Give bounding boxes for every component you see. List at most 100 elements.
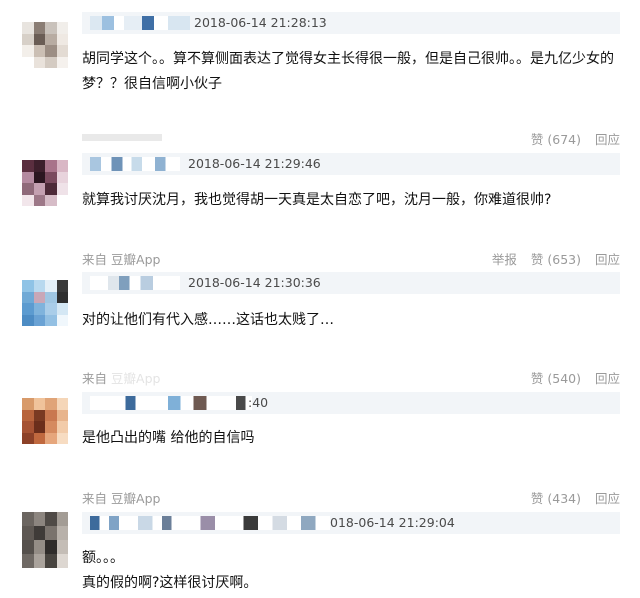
- source-prefix: 来自: [82, 491, 108, 506]
- blurred-username[interactable]: [90, 16, 190, 30]
- avatar[interactable]: [22, 280, 68, 326]
- avatar-pixel: [33, 56, 45, 68]
- like-button[interactable]: 赞 (540): [531, 371, 581, 386]
- avatar-pixel: [33, 194, 45, 206]
- comment-text: 是他凸出的嘴 给他的自信吗: [82, 426, 622, 451]
- avatar-pixel: [33, 22, 45, 34]
- avatar-pixel: [33, 280, 45, 292]
- avatar-pixel: [56, 554, 68, 568]
- avatar-pixel: [56, 512, 68, 526]
- avatar-pixel: [56, 291, 68, 303]
- comment-actions: 举报赞 (653) 回应: [478, 249, 620, 268]
- avatar-pixel: [45, 160, 57, 172]
- comment-text: 对的让他们有代入感……这话也太贱了…: [82, 308, 622, 333]
- blurred-username[interactable]: [90, 516, 330, 530]
- avatar-pixel: [56, 540, 68, 554]
- avatar-pixel: [22, 291, 34, 303]
- reply-button[interactable]: 回应: [595, 371, 620, 386]
- source-app-link[interactable]: 豆瓣App: [111, 252, 160, 267]
- avatar-pixel: [33, 171, 45, 183]
- blurred-username[interactable]: [90, 157, 180, 171]
- author-bar: 2018-06-14 21:29:46: [82, 153, 620, 175]
- avatar-pixel: [22, 280, 34, 292]
- comment-line: 胡同学这个。。算不算侧面表达了觉得女主长得很一般，但是自己很帅。。是九亿少女的: [82, 51, 614, 67]
- avatar-pixel: [45, 512, 57, 526]
- comment-footer: 来自 豆瓣App 举报赞 (653) 回应: [82, 247, 620, 267]
- comment-timestamp: 2018-06-14 21:28:13: [194, 15, 327, 30]
- avatar-pixel: [22, 398, 34, 410]
- avatar-pixel: [33, 409, 45, 421]
- avatar-pixel: [56, 183, 68, 195]
- avatar-pixel: [33, 421, 45, 433]
- avatar-pixel: [56, 398, 68, 410]
- avatar-pixel: [56, 303, 68, 315]
- comment-line: 是他凸出的嘴 给他的自信吗: [82, 430, 255, 446]
- avatar-pixel: [33, 160, 45, 172]
- avatar-pixel: [22, 183, 34, 195]
- avatar-pixel: [22, 540, 34, 554]
- avatar-pixel: [33, 303, 45, 315]
- reply-button[interactable]: 回应: [595, 252, 620, 267]
- comment-line: 真的假的啊?这样很讨厌啊。: [82, 575, 258, 591]
- author-bar: 2018-06-14 21:28:13: [82, 12, 620, 34]
- avatar-pixel: [33, 540, 45, 554]
- comment-text: 就算我讨厌沈月，我也觉得胡一天真是太自恋了吧，沈月一般，你难道很帅?: [82, 188, 622, 213]
- avatar-pixel: [45, 56, 57, 68]
- avatar-pixel: [45, 303, 57, 315]
- report-button[interactable]: 举报: [492, 252, 517, 267]
- avatar-pixel: [56, 171, 68, 183]
- avatar-pixel: [22, 526, 34, 540]
- avatar-pixel: [45, 280, 57, 292]
- comment-text: 额。。。 真的假的啊?这样很讨厌啊。: [82, 546, 622, 596]
- reply-button[interactable]: 回应: [595, 491, 620, 506]
- avatar-pixel: [22, 171, 34, 183]
- avatar[interactable]: [22, 512, 68, 568]
- avatar-pixel: [22, 194, 34, 206]
- avatar-pixel: [56, 314, 68, 326]
- avatar-pixel: [22, 432, 34, 444]
- blurred-username[interactable]: [90, 396, 252, 410]
- comment-actions: 赞 (434) 回应: [517, 488, 620, 507]
- comment-line: 额。。。: [82, 550, 124, 566]
- avatar-pixel: [33, 291, 45, 303]
- reply-button[interactable]: 回应: [595, 132, 620, 147]
- comment-timestamp: :40: [248, 395, 269, 410]
- avatar-pixel: [33, 554, 45, 568]
- avatar-pixel: [45, 171, 57, 183]
- avatar-pixel: [56, 526, 68, 540]
- blurred-username[interactable]: [90, 276, 180, 290]
- comment-footer: 来自 豆瓣App 赞 (540) 回应: [82, 366, 620, 386]
- avatar[interactable]: [22, 398, 68, 444]
- source-prefix: 来自: [82, 252, 108, 267]
- avatar-pixel: [45, 291, 57, 303]
- avatar-pixel: [22, 409, 34, 421]
- avatar-pixel: [22, 314, 34, 326]
- avatar-pixel: [33, 33, 45, 45]
- avatar-pixel: [22, 303, 34, 315]
- avatar-pixel: [45, 409, 57, 421]
- avatar-pixel: [22, 56, 34, 68]
- avatar-pixel: [56, 432, 68, 444]
- source-app-link[interactable]: 豆瓣App: [111, 371, 160, 386]
- avatar-pixel: [45, 526, 57, 540]
- avatar-pixel: [33, 183, 45, 195]
- avatar-pixel: [45, 398, 57, 410]
- avatar-pixel: [45, 421, 57, 433]
- avatar[interactable]: [22, 22, 68, 68]
- source-label: [82, 129, 162, 143]
- author-bar: 2018-06-14 21:30:36: [82, 272, 620, 294]
- comment-line: 就算我讨厌沈月，我也觉得胡一天真是太自恋了吧，沈月一般，你难道很帅?: [82, 192, 552, 208]
- avatar-pixel: [56, 280, 68, 292]
- source-label: 来自 豆瓣App: [82, 368, 160, 387]
- avatar-pixel: [56, 45, 68, 57]
- avatar-pixel: [45, 194, 57, 206]
- comment-line: 对的让他们有代入感……这话也太贱了…: [82, 312, 334, 328]
- comment-footer: 赞 (674) 回应: [82, 127, 620, 147]
- avatar-pixel: [56, 409, 68, 421]
- avatar[interactable]: [22, 160, 68, 206]
- source-app-link[interactable]: 豆瓣App: [111, 491, 160, 506]
- like-button[interactable]: 赞 (434): [531, 491, 581, 506]
- like-button[interactable]: 赞 (653): [531, 252, 581, 267]
- like-button[interactable]: 赞 (674): [531, 132, 581, 147]
- source-label: 来自 豆瓣App: [82, 249, 160, 268]
